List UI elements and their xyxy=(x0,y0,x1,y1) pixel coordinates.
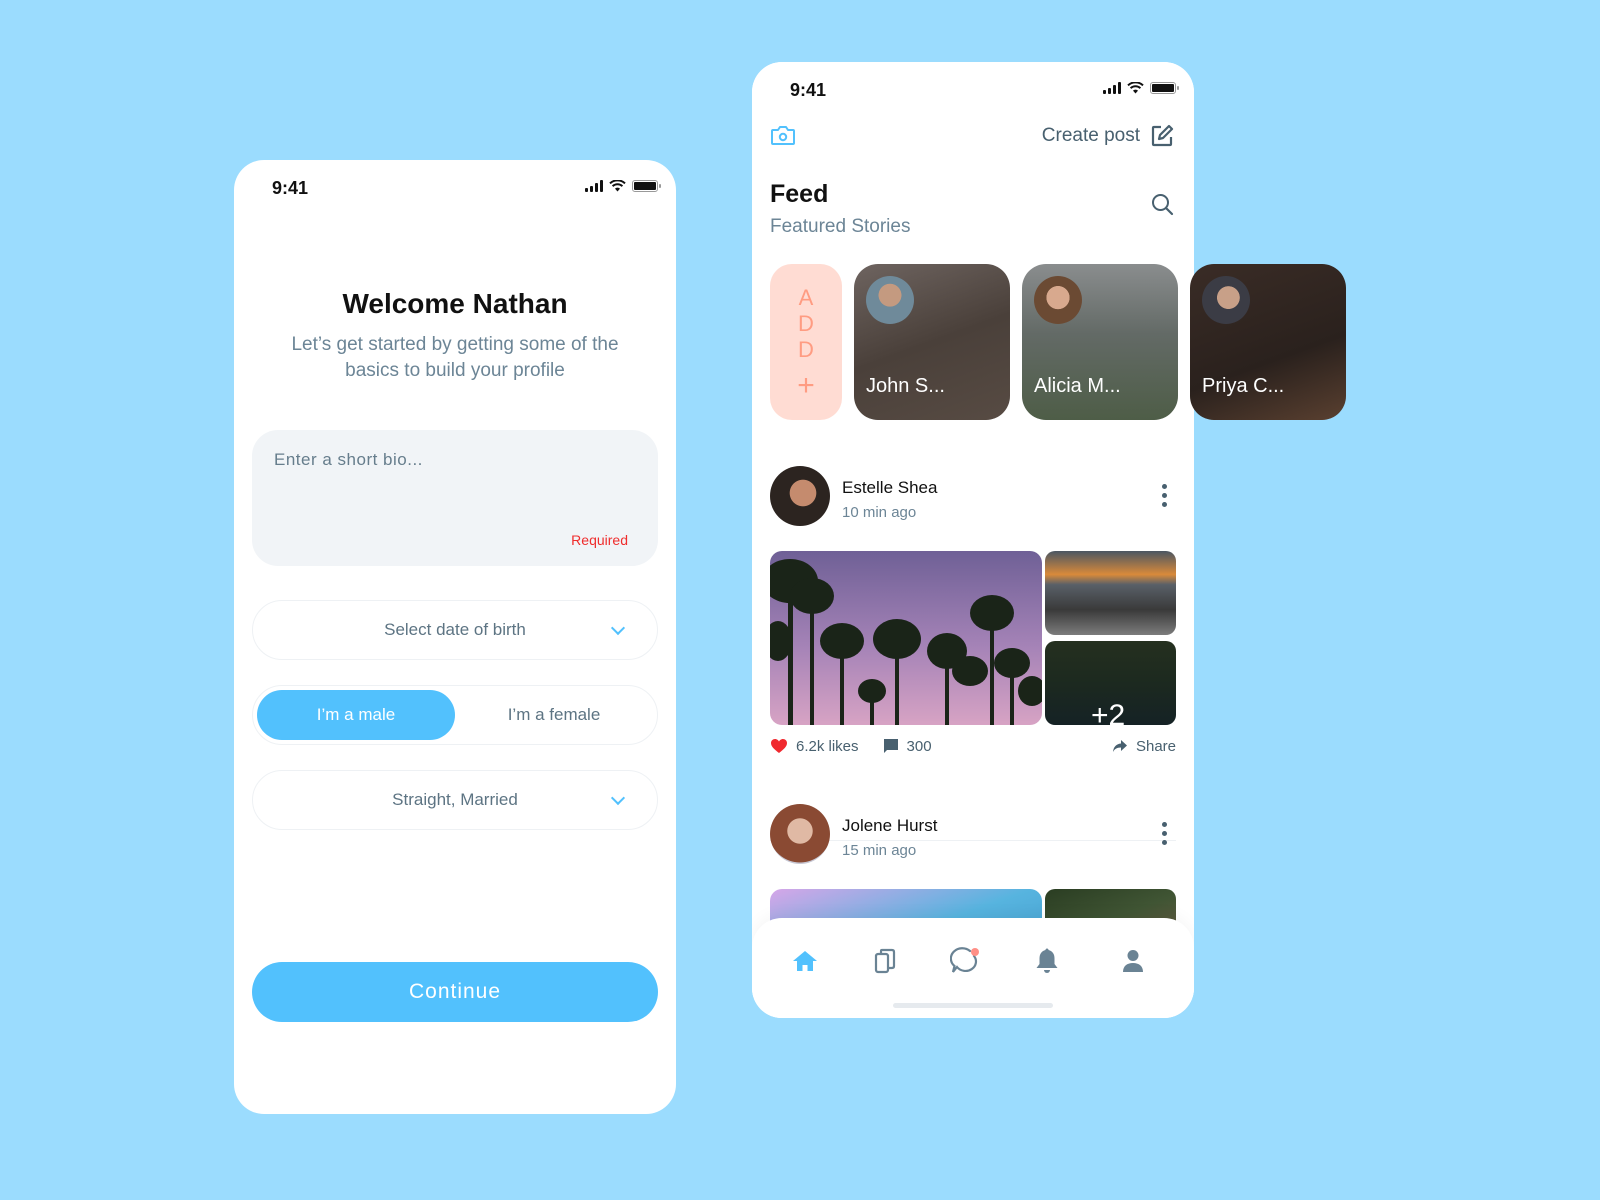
post-author[interactable]: Jolene Hurst xyxy=(842,816,937,836)
comments-count: 300 xyxy=(906,737,932,755)
share-label: Share xyxy=(1135,737,1176,755)
relationship-status-label: Straight, Married xyxy=(392,790,518,809)
edit-icon xyxy=(1151,124,1174,147)
chevron-down-icon xyxy=(610,620,626,636)
wifi-icon xyxy=(1127,82,1144,94)
like-button[interactable]: 6.2k likes xyxy=(770,738,859,755)
story-name: Priya C... xyxy=(1202,375,1285,397)
page-title: Welcome Nathan xyxy=(342,288,568,319)
tab-home[interactable] xyxy=(790,946,820,976)
bell-icon xyxy=(1036,948,1058,973)
add-letter: A xyxy=(798,285,814,310)
home-icon xyxy=(793,951,817,971)
comment-icon xyxy=(883,739,898,753)
user-icon xyxy=(1123,950,1143,972)
add-letter: D xyxy=(798,311,814,336)
tab-messages[interactable] xyxy=(950,946,980,976)
relationship-status-select[interactable]: Straight, Married xyxy=(252,770,658,830)
tab-notifications[interactable] xyxy=(1032,946,1062,976)
required-label: Required xyxy=(571,532,628,548)
gender-option-male[interactable]: I’m a male xyxy=(257,690,455,740)
page-subtitle: Let’s get started by getting some of the… xyxy=(291,334,619,381)
bio-placeholder: Enter a short bio... xyxy=(274,450,423,469)
gender-option-female[interactable]: I’m a female xyxy=(455,690,653,740)
post-image-lagoon[interactable]: +2 xyxy=(1045,641,1176,725)
search-icon[interactable] xyxy=(1150,192,1174,216)
feed-title: Feed xyxy=(770,180,829,208)
tab-profile[interactable] xyxy=(1118,946,1148,976)
more-options-icon[interactable] xyxy=(1162,484,1168,508)
more-options-icon[interactable] xyxy=(1162,822,1168,846)
share-button[interactable]: Share xyxy=(1112,738,1176,755)
post-time: 15 min ago xyxy=(842,842,917,859)
story-card[interactable]: Alicia M... xyxy=(1022,264,1178,420)
home-indicator xyxy=(893,1003,1053,1008)
wifi-icon xyxy=(609,180,626,192)
add-letter: D xyxy=(798,337,814,362)
post-image-palm-trees[interactable] xyxy=(770,551,1042,725)
featured-stories-label: Featured Stories xyxy=(770,216,911,237)
status-time: 9:41 xyxy=(272,178,309,198)
camera-icon[interactable] xyxy=(770,124,796,146)
chat-icon xyxy=(950,947,979,973)
create-post-button[interactable]: Create post xyxy=(1042,124,1174,148)
status-bar: 9:41 xyxy=(752,62,1194,112)
status-time: 9:41 xyxy=(790,80,827,100)
story-name: Alicia M... xyxy=(1034,375,1121,397)
bio-input[interactable]: Enter a short bio... Required xyxy=(252,430,658,566)
comments-button[interactable]: 300 xyxy=(883,738,932,755)
date-of-birth-select[interactable]: Select date of birth xyxy=(252,600,658,660)
share-icon xyxy=(1112,740,1127,752)
more-images-count: +2 xyxy=(1091,699,1126,725)
post-image-sunset-rocks[interactable] xyxy=(1045,551,1176,635)
cards-icon xyxy=(874,948,896,974)
post-actions: 6.2k likes 300 Share xyxy=(770,734,1176,758)
author-avatar[interactable] xyxy=(770,804,830,864)
story-avatar xyxy=(866,276,914,324)
post-time: 10 min ago xyxy=(842,504,917,521)
story-card[interactable]: Priya C... xyxy=(1190,264,1346,420)
battery-icon xyxy=(1150,82,1179,94)
gender-toggle: I’m a male I’m a female xyxy=(252,685,658,745)
likes-count: 6.2k likes xyxy=(796,737,859,755)
chevron-down-icon xyxy=(610,790,626,806)
post-author[interactable]: Estelle Shea xyxy=(842,478,937,498)
signal-icon xyxy=(1103,82,1121,94)
tab-cards[interactable] xyxy=(870,946,900,976)
bottom-tab-bar xyxy=(752,918,1194,1018)
notification-dot xyxy=(971,948,979,956)
create-post-label: Create post xyxy=(1041,125,1140,146)
post-divider xyxy=(770,840,1176,841)
add-story-button[interactable]: A D D + xyxy=(770,264,842,420)
story-name: John S... xyxy=(866,375,945,397)
battery-icon xyxy=(632,180,661,192)
heart-icon xyxy=(771,739,787,753)
story-avatar xyxy=(1202,276,1250,324)
story-avatar xyxy=(1034,276,1082,324)
onboarding-screen: 9:41 Welcome Nathan Let’s get started by… xyxy=(234,160,676,1114)
story-card[interactable]: John S... xyxy=(854,264,1010,420)
featured-stories: A D D + John S... Alicia M... Priya C... xyxy=(770,264,1346,420)
continue-button[interactable]: Continue xyxy=(252,962,658,1022)
date-of-birth-label: Select date of birth xyxy=(384,620,526,639)
feed-screen: 9:41 Create post Feed Featured Stories E… xyxy=(752,62,1346,1018)
status-bar: 9:41 xyxy=(234,160,676,210)
plus-icon: + xyxy=(797,369,815,402)
author-avatar[interactable] xyxy=(770,466,830,526)
signal-icon xyxy=(585,180,603,192)
